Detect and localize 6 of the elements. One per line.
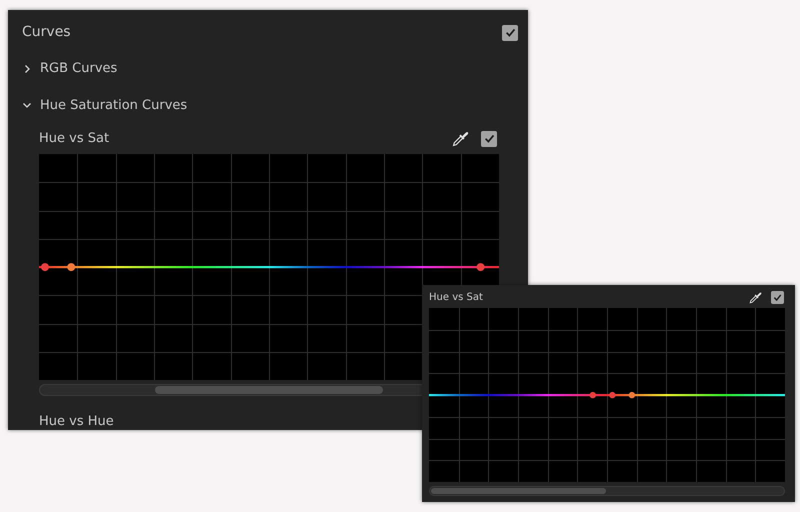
curve-title: Hue vs Hue [39,412,114,430]
section-header[interactable]: RGB Curves [22,59,118,78]
curve-title: Hue vs Sat [39,130,110,148]
section-header[interactable]: Hue Saturation Curves [22,96,188,115]
panel-title: Curves [22,23,71,42]
panel-title: Hue vs Sat [429,291,483,305]
